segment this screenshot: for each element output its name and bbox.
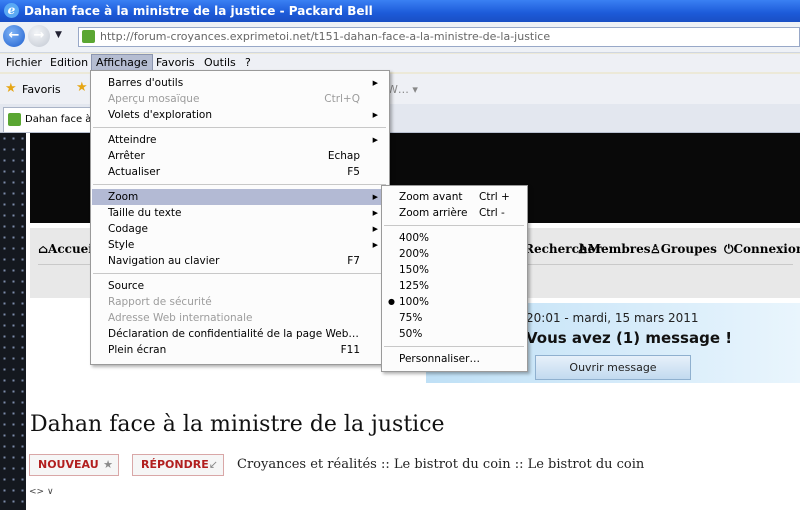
- zoom-200-item[interactable]: 200%: [383, 246, 526, 262]
- zoom-75-item[interactable]: 75%: [383, 310, 526, 326]
- home-icon: ⌂: [38, 242, 49, 256]
- window-title: Dahan face à la ministre de la justice -…: [24, 4, 373, 18]
- submenu-arrow-icon: ▶: [372, 225, 378, 233]
- favorites-extra-link[interactable]: W… ▾: [387, 83, 418, 96]
- menu-item-privacy-report[interactable]: Déclaration de confidentialité de la pag…: [92, 326, 388, 342]
- submenu-arrow-icon: ▶: [372, 136, 378, 144]
- menu-separator: [93, 127, 386, 128]
- submenu-arrow-icon: ▶: [372, 111, 378, 119]
- zoom-submenu: Zoom avant Ctrl + Zoom arrière Ctrl - 400%…: [381, 185, 528, 372]
- menu-item-source[interactable]: Source: [92, 278, 388, 294]
- reply-button[interactable]: RÉPONDRE ↙: [132, 454, 224, 476]
- nav-members[interactable]: ♙Membres: [577, 242, 650, 256]
- forward-button[interactable]: →: [28, 25, 50, 47]
- submenu-arrow-icon: ▶: [372, 193, 378, 201]
- menu-fichier[interactable]: Fichier: [6, 56, 42, 69]
- menu-outils[interactable]: Outils: [204, 56, 236, 69]
- add-favorite-icon[interactable]: ★: [76, 80, 88, 95]
- menu-item-text-size[interactable]: Taille du texte ▶: [92, 205, 388, 221]
- menu-help[interactable]: ?: [245, 56, 251, 69]
- forward-arrow-icon: →: [33, 28, 45, 43]
- zoom-100-item[interactable]: ● 100%: [383, 294, 526, 310]
- menu-favoris[interactable]: Favoris: [156, 56, 195, 69]
- address-toolbar: ← → ▼ http://forum-croyances.exprimetoi.…: [0, 22, 800, 53]
- submenu-arrow-icon: ▶: [372, 209, 378, 217]
- new-topic-button[interactable]: NOUVEAU ★: [29, 454, 119, 476]
- messages-notice: Vous avez (1) message !: [526, 329, 733, 347]
- menu-item-refresh[interactable]: Actualiser F5: [92, 164, 388, 180]
- zoom-in-item[interactable]: Zoom avant Ctrl +: [383, 189, 526, 205]
- back-arrow-icon: ←: [8, 28, 20, 43]
- zoom-150-item[interactable]: 150%: [383, 262, 526, 278]
- menu-item-style[interactable]: Style ▶: [92, 237, 388, 253]
- tab-label: Dahan face à l: [25, 114, 98, 125]
- submenu-arrow-icon: ▶: [372, 241, 378, 249]
- star-icon: ★: [103, 458, 113, 471]
- menu-separator: [384, 346, 524, 347]
- nav-login[interactable]: ⏻Connexion: [724, 242, 800, 257]
- breadcrumb: Croyances et réalités :: Le bistrot du c…: [237, 457, 645, 472]
- window-title-bar: e Dahan face à la ministre de la justice…: [0, 0, 800, 22]
- menu-item-international-address[interactable]: Adresse Web internationale: [92, 310, 388, 326]
- topic-title: Dahan face à la ministre de la justice: [30, 412, 445, 437]
- history-dropdown-icon[interactable]: ▼: [55, 30, 62, 40]
- menu-item-zoom[interactable]: Zoom ▶: [92, 189, 388, 205]
- menu-item-explorer-bars[interactable]: Volets d'exploration ▶: [92, 107, 388, 123]
- zoom-out-item[interactable]: Zoom arrière Ctrl -: [383, 205, 526, 221]
- menu-separator: [93, 184, 386, 185]
- menu-item-toolbars[interactable]: Barres d'outils ▶: [92, 75, 388, 91]
- nav-home[interactable]: ⌂Accueil: [38, 242, 97, 256]
- current-datetime: 20:01 - mardi, 15 mars 2011: [526, 311, 699, 325]
- zoom-400-item[interactable]: 400%: [383, 230, 526, 246]
- address-input[interactable]: http://forum-croyances.exprimetoi.net/t1…: [78, 27, 800, 47]
- back-button[interactable]: ←: [3, 25, 25, 47]
- menu-separator: [384, 225, 524, 226]
- page-icon: [8, 113, 21, 126]
- favorites-star-icon: ★: [5, 81, 17, 96]
- open-message-button[interactable]: Ouvrir message: [535, 355, 691, 380]
- menu-item-security-report[interactable]: Rapport de sécurité: [92, 294, 388, 310]
- internet-explorer-icon: e: [4, 3, 19, 18]
- member-icon: ♙: [577, 242, 588, 256]
- menu-item-full-screen[interactable]: Plein écran F11: [92, 342, 388, 358]
- zoom-125-item[interactable]: 125%: [383, 278, 526, 294]
- selected-bullet-icon: ●: [388, 297, 395, 306]
- zoom-50-item[interactable]: 50%: [383, 326, 526, 342]
- url-text: http://forum-croyances.exprimetoi.net/t1…: [100, 30, 551, 43]
- zoom-custom-item[interactable]: Personnaliser…: [383, 351, 526, 367]
- nav-groups[interactable]: ♙Groupes: [650, 242, 717, 256]
- background-starfield: [0, 133, 26, 510]
- submenu-arrow-icon: ▶: [372, 79, 378, 87]
- menu-item-quick-tabs[interactable]: Aperçu mosaïque Ctrl+Q: [92, 91, 388, 107]
- menu-item-stop[interactable]: Arrêter Echap: [92, 148, 388, 164]
- menu-item-encoding[interactable]: Codage ▶: [92, 221, 388, 237]
- menu-separator: [93, 273, 386, 274]
- page-icon: [82, 30, 95, 43]
- view-menu: Barres d'outils ▶ Aperçu mosaïque Ctrl+Q V…: [90, 70, 390, 365]
- menu-item-go-to[interactable]: Atteindre ▶: [92, 132, 388, 148]
- menu-item-caret-browsing[interactable]: Navigation au clavier F7: [92, 253, 388, 269]
- browser-tab[interactable]: Dahan face à l: [3, 107, 97, 132]
- menu-edition[interactable]: Edition: [50, 56, 88, 69]
- page-nav-arrows[interactable]: <> ∨: [29, 487, 54, 497]
- favorites-button[interactable]: Favoris: [22, 83, 61, 96]
- groups-icon: ♙: [650, 242, 661, 256]
- power-icon: ⏻: [724, 242, 734, 256]
- reply-arrow-icon: ↙: [208, 458, 218, 471]
